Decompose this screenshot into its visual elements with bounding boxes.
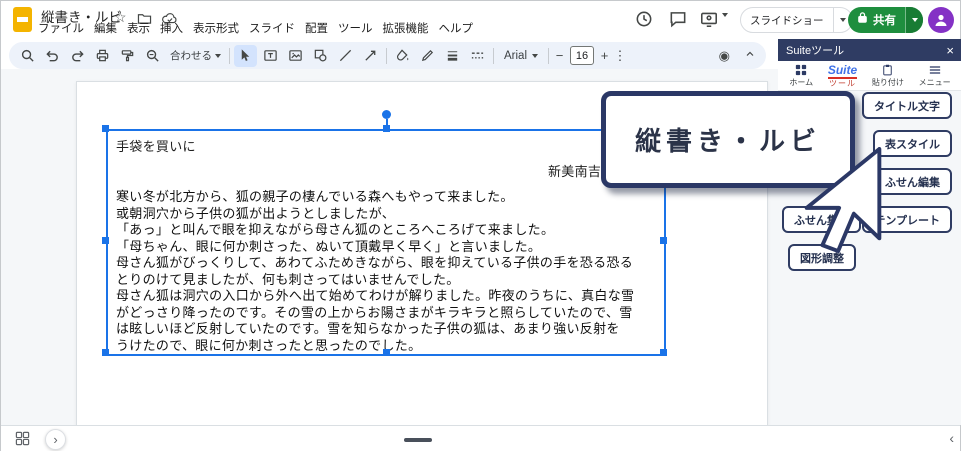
- font-size-increase-button[interactable]: +: [597, 48, 612, 63]
- slide-text-title: 手袋を買いに: [116, 136, 196, 155]
- suite-nav-menu[interactable]: メニュー: [919, 64, 951, 88]
- suite-nav-home[interactable]: ホーム: [789, 64, 813, 88]
- mouse-cursor-icon: [802, 147, 886, 255]
- insert-line-icon[interactable]: [334, 45, 357, 67]
- resize-handle-top-left[interactable]: [102, 125, 109, 132]
- resize-handle-bottom-right[interactable]: [660, 349, 667, 356]
- slides-app-icon[interactable]: [13, 7, 32, 32]
- border-color-icon[interactable]: [416, 45, 439, 67]
- body-line: は眩しいほど反射していたのです。雪を知らなかった子供の狐は、あまり強い反射を: [116, 321, 660, 338]
- print-icon[interactable]: [91, 45, 114, 67]
- font-family-dropdown[interactable]: Arial: [497, 50, 545, 62]
- body-line: がどっさり降ったのです。その雪の上からお陽さまがキラキラと照らしていたので、雪: [116, 305, 660, 322]
- menu-tools[interactable]: ツール: [333, 21, 378, 38]
- user-avatar[interactable]: [928, 7, 954, 33]
- slideshow-button[interactable]: スライドショー: [740, 7, 853, 33]
- feature-callout-label: 縦書き・ルビ: [635, 121, 821, 158]
- slide-text-author: 新美南吉: [548, 161, 601, 180]
- slide-text-body: 寒い冬が北方から、狐の親子の棲んでいる森へもやって来ました。 或朝洞穴から子供の…: [116, 189, 660, 354]
- menu-slide[interactable]: スライド: [244, 21, 300, 38]
- suite-nav-paste[interactable]: 貼り付け: [872, 64, 904, 88]
- collapse-toolbar-icon[interactable]: [744, 47, 756, 65]
- toolbar-separator: [493, 48, 494, 64]
- body-line: 母さん狐は洞穴の入口から外へ出て始めてわけが解りました。昨夜のうちに、真白な雪: [116, 288, 660, 305]
- suite-panel-title: Suiteツール: [786, 42, 844, 58]
- resize-handle-bottom-center[interactable]: [383, 349, 390, 356]
- font-size-decrease-button[interactable]: −: [552, 48, 567, 63]
- menu-format[interactable]: 表示形式: [188, 21, 244, 38]
- menu-extensions[interactable]: 拡張機能: [378, 21, 434, 38]
- body-line: 「あっ」と叫んで眼を抑えながら母さん狐のところへころげて来ました。: [116, 222, 660, 239]
- present-to-meet-icon[interactable]: [699, 9, 719, 34]
- close-icon[interactable]: ×: [946, 44, 954, 57]
- titlebar: 縦書き・ルビ ☆ スライドショー 共有 ファイル 編集 表示: [1, 1, 960, 39]
- suite-logo-bottom: ツール: [829, 80, 856, 88]
- zoom-fit-dropdown[interactable]: 合わせる: [165, 48, 226, 63]
- body-line: 或朝洞穴から子供の狐が出ようとしましたが、: [116, 206, 660, 223]
- bottom-bar: › ‹: [1, 425, 960, 451]
- menu-insert[interactable]: 挿入: [155, 21, 188, 38]
- zoom-icon[interactable]: [141, 45, 164, 67]
- menu-view[interactable]: 表示: [122, 21, 155, 38]
- menu-file[interactable]: ファイル: [33, 21, 89, 38]
- insert-image-icon[interactable]: [284, 45, 307, 67]
- suite-nav-paste-label: 貼り付け: [872, 77, 904, 88]
- body-line: 母さん狐がびっくりして、あわてふためきながら、眼を抑えている子供の手を恐る恐る: [116, 255, 660, 272]
- select-tool-icon[interactable]: [234, 45, 257, 67]
- search-icon[interactable]: [16, 45, 39, 67]
- suite-logo-top: Suite: [828, 64, 857, 79]
- undo-icon[interactable]: [41, 45, 64, 67]
- fill-color-icon[interactable]: [391, 45, 414, 67]
- rotation-handle[interactable]: [382, 110, 391, 119]
- toolbar: 合わせる Arial − 16 + ⋮ ◉: [9, 42, 766, 69]
- font-family-value: Arial: [504, 50, 527, 62]
- comments-icon[interactable]: [668, 9, 688, 34]
- speaker-notes-drag-handle[interactable]: [404, 438, 432, 442]
- zoom-fit-caret-icon: [215, 54, 221, 58]
- toolbar-separator: [229, 48, 230, 64]
- menu-edit[interactable]: 編集: [89, 21, 122, 38]
- suite-panel-nav: ホーム Suite ツール 貼り付け メニュー: [778, 61, 961, 91]
- menubar: ファイル 編集 表示 挿入 表示形式 スライド 配置 ツール 拡張機能 ヘルプ: [33, 21, 478, 38]
- collapse-panel-icon[interactable]: ‹: [949, 431, 954, 445]
- suite-button-title-text[interactable]: タイトル文字: [862, 92, 952, 119]
- resize-handle-mid-left[interactable]: [102, 237, 109, 244]
- share-button[interactable]: 共有: [848, 7, 923, 33]
- body-line: 寒い冬が北方から、狐の親子の棲んでいる森へもやって来ました。: [116, 189, 660, 206]
- selected-text-box[interactable]: 手袋を買いに 新美南吉 寒い冬が北方から、狐の親子の棲んでいる森へもやって来まし…: [106, 129, 666, 356]
- body-line: 「母ちゃん、眼に何か刺さった、ぬいて頂戴早く早く」と言いました。: [116, 239, 660, 256]
- text-box-icon[interactable]: [259, 45, 282, 67]
- menu-help[interactable]: ヘルプ: [434, 21, 479, 38]
- suite-nav-menu-label: メニュー: [919, 77, 951, 88]
- grid-view-icon[interactable]: [15, 431, 30, 451]
- target-icon[interactable]: ◉: [719, 48, 730, 64]
- suite-panel-header: Suiteツール ×: [778, 39, 961, 61]
- redo-icon[interactable]: [66, 45, 89, 67]
- suite-nav-home-label: ホーム: [789, 77, 813, 88]
- expand-filmstrip-button[interactable]: ›: [45, 429, 66, 450]
- toolbar-separator: [548, 48, 549, 64]
- zoom-fit-label: 合わせる: [170, 48, 212, 63]
- resize-handle-mid-right[interactable]: [660, 237, 667, 244]
- font-size-input[interactable]: 16: [570, 46, 594, 65]
- share-label: 共有: [873, 12, 896, 28]
- rotation-handle-stem: [386, 119, 388, 129]
- border-dash-icon[interactable]: [466, 45, 489, 67]
- meet-dropdown-caret-icon[interactable]: [722, 17, 728, 35]
- insert-arrow-icon[interactable]: [359, 45, 382, 67]
- paint-format-icon[interactable]: [116, 45, 139, 67]
- slideshow-label: スライドショー: [741, 13, 833, 28]
- menu-arrange[interactable]: 配置: [300, 21, 333, 38]
- insert-shape-icon[interactable]: [309, 45, 332, 67]
- body-line: とりのけて見ましたが、何も刺さってはいませんでした。: [116, 272, 660, 289]
- suite-logo: Suite ツール: [828, 64, 857, 88]
- share-dropdown[interactable]: [906, 7, 923, 33]
- more-options-icon[interactable]: ⋮: [612, 48, 628, 64]
- border-weight-icon[interactable]: [441, 45, 464, 67]
- lock-icon: [857, 11, 868, 29]
- font-family-caret-icon: [532, 54, 538, 58]
- toolbar-separator: [386, 48, 387, 64]
- version-history-icon[interactable]: [634, 9, 654, 34]
- resize-handle-bottom-left[interactable]: [102, 349, 109, 356]
